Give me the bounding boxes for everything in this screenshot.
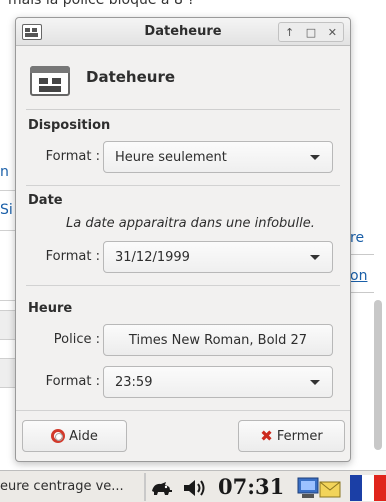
background-box xyxy=(0,310,16,340)
background-separator xyxy=(0,190,16,191)
date-note: La date apparaitra dans une infobulle. xyxy=(66,216,315,231)
window-controls: ↑ □ ✕ xyxy=(278,22,344,42)
help-button[interactable]: Aide xyxy=(22,420,127,452)
dateheure-header-icon xyxy=(30,62,70,98)
dropdown-value: 31/12/1999 xyxy=(115,250,190,265)
date-format-dropdown[interactable]: 31/12/1999 xyxy=(103,241,333,273)
close-icon[interactable]: ✕ xyxy=(322,23,343,41)
background-link[interactable]: Si xyxy=(0,202,13,218)
header-title: Dateheure xyxy=(86,68,176,86)
section-heading-disposition: Disposition xyxy=(28,118,111,133)
dropdown-arrow-icon xyxy=(310,380,320,385)
keyboard-layout-flag-icon[interactable] xyxy=(350,475,386,501)
tray-separator xyxy=(144,473,146,501)
dropdown-value: Heure seulement xyxy=(115,150,227,165)
dropdown-arrow-icon xyxy=(310,155,320,160)
background-link[interactable]: on xyxy=(350,268,367,284)
flag-stripe xyxy=(374,475,386,501)
background-left-column: n Si xyxy=(0,160,16,470)
background-fragment: n xyxy=(0,164,9,180)
taskbar-clock[interactable]: 07:31 xyxy=(218,474,284,499)
taskbar-window-item[interactable]: eure centrage ve... xyxy=(0,475,140,501)
dateheure-dialog: Dateheure ↑ □ ✕ Dateheure Disposition Fo… xyxy=(15,17,351,462)
close-button-label: Fermer xyxy=(276,428,323,444)
header-divider xyxy=(26,109,340,110)
format-label: Format : xyxy=(45,374,100,389)
close-x-icon: ✖ xyxy=(260,426,273,445)
section-heading-heure: Heure xyxy=(28,301,73,316)
dropdown-arrow-icon xyxy=(310,255,320,260)
flag-stripe xyxy=(362,475,374,501)
mouse-icon[interactable] xyxy=(150,479,174,497)
font-chooser-button[interactable]: Times New Roman, Bold 27 xyxy=(103,324,333,356)
background-separator xyxy=(350,254,374,255)
background-box xyxy=(0,358,16,388)
up-arrow-icon[interactable]: ↑ xyxy=(279,23,300,41)
flag-stripe xyxy=(350,475,362,501)
background-scrollbar[interactable] xyxy=(374,300,382,450)
footer-divider xyxy=(16,410,350,411)
background-separator xyxy=(350,292,374,293)
background-text: mais la police bloque à 8 ? xyxy=(8,0,195,8)
police-label: Police : xyxy=(53,332,100,347)
section-divider xyxy=(26,285,340,286)
format-label: Format : xyxy=(45,149,100,164)
close-button[interactable]: ✖ Fermer xyxy=(238,420,345,452)
network-icon[interactable] xyxy=(296,474,342,502)
section-divider xyxy=(26,185,340,186)
section-heading-date: Date xyxy=(28,193,63,208)
background-separator xyxy=(0,300,16,301)
background-link[interactable]: re xyxy=(350,230,364,246)
help-button-label: Aide xyxy=(69,428,98,444)
background-separator xyxy=(0,230,16,231)
lifebuoy-icon xyxy=(51,429,66,443)
format-label: Format : xyxy=(45,249,100,264)
restore-icon[interactable]: □ xyxy=(300,23,321,41)
disposition-format-dropdown[interactable]: Heure seulement xyxy=(103,141,333,173)
taskbar: eure centrage ve... 07:31 xyxy=(0,470,386,502)
volume-icon[interactable] xyxy=(182,477,208,499)
dropdown-value: 23:59 xyxy=(115,375,153,390)
heure-format-dropdown[interactable]: 23:59 xyxy=(103,366,333,398)
dialog-titlebar[interactable]: Dateheure ↑ □ ✕ xyxy=(16,18,350,46)
